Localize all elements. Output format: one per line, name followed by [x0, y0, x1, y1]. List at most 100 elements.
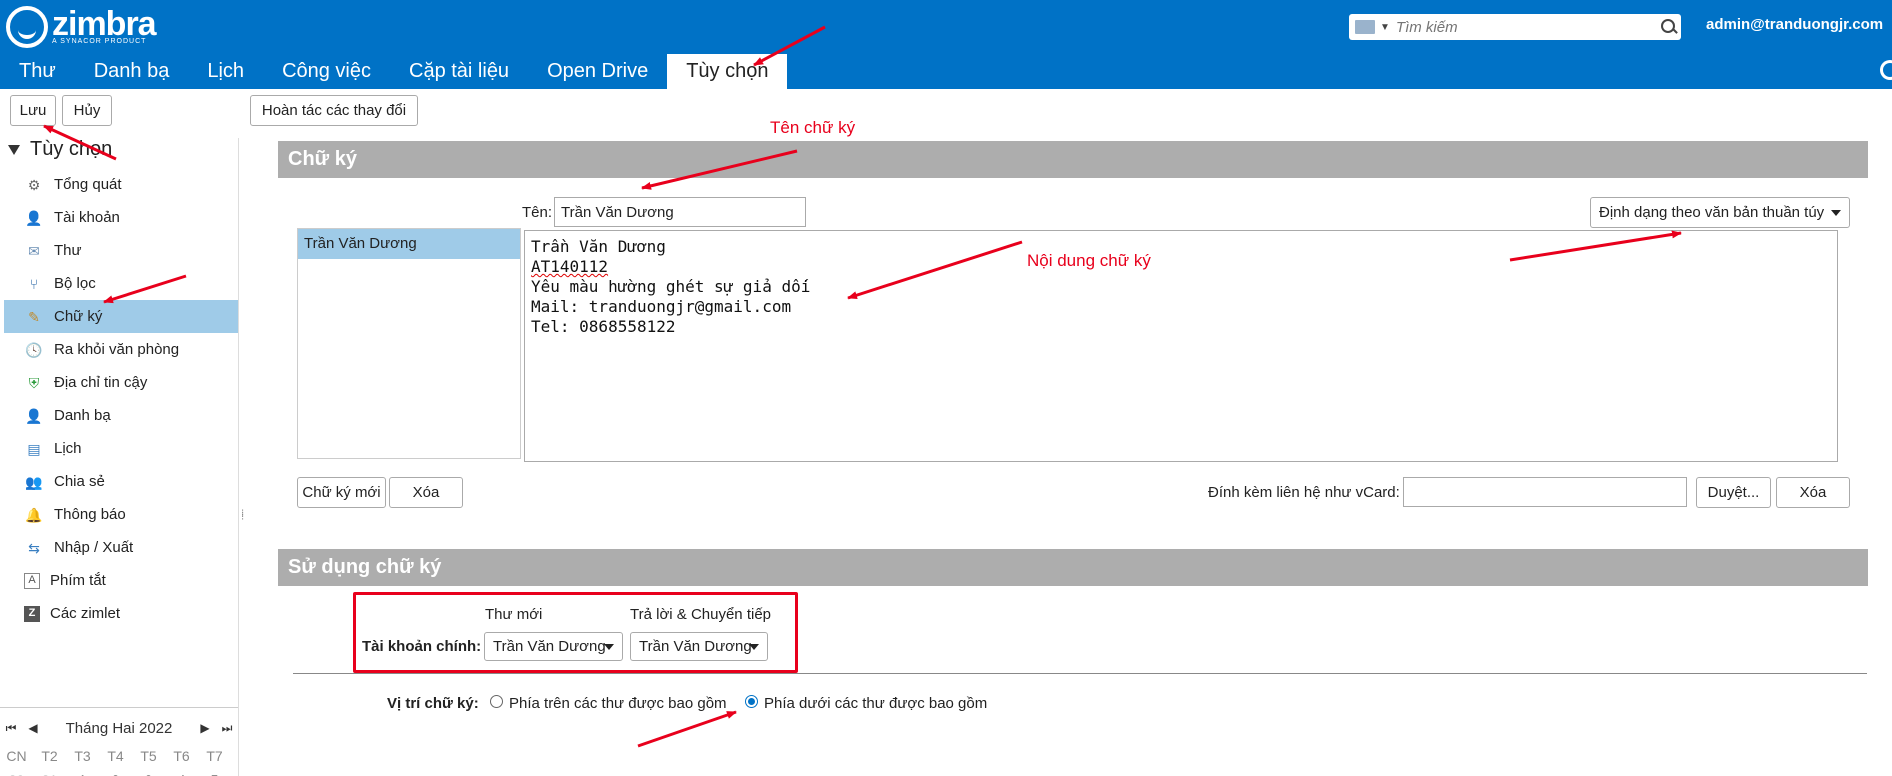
nav-item-label: Bộ lọc: [54, 275, 96, 292]
nav-item-mail[interactable]: ✉ Thư: [4, 234, 238, 267]
collapse-icon[interactable]: [8, 144, 20, 155]
signature-format-select[interactable]: Định dạng theo văn bản thuần túy: [1590, 197, 1850, 228]
bell-icon: 🔔: [25, 506, 43, 523]
gear-icon: ⚙: [27, 176, 41, 193]
browse-button[interactable]: Duyệt...: [1696, 477, 1771, 508]
vcard-delete-button[interactable]: Xóa: [1776, 477, 1850, 508]
calendar-day[interactable]: 3: [132, 772, 165, 776]
out-of-office-icon: 🕓: [25, 341, 43, 358]
tab-open-drive[interactable]: Open Drive: [528, 54, 667, 89]
nav-item-shortcuts[interactable]: A Phím tắt: [4, 564, 238, 597]
preferences-tree-header[interactable]: Tùy chọn: [8, 138, 112, 161]
save-button[interactable]: Lưu: [10, 95, 56, 126]
calendar-month-title: Tháng Hai 2022: [65, 719, 173, 737]
mini-calendar: ⏮ ◀ Tháng Hai 2022 ▶ ⏭ CN T2 T3 T4 T5 T6…: [0, 707, 238, 776]
cancel-button[interactable]: Hủy: [62, 95, 112, 126]
nav-item-label: Thông báo: [54, 506, 126, 523]
pane-splitter[interactable]: [238, 138, 244, 776]
calendar-header: ⏮ ◀ Tháng Hai 2022 ▶ ⏭: [0, 708, 238, 748]
nav-item-label: Chia sẻ: [54, 473, 105, 490]
next-month-icon[interactable]: ▶: [194, 721, 216, 735]
weekday-label: T2: [41, 748, 58, 764]
tab-tasks[interactable]: Công việc: [263, 54, 390, 89]
zimlet-icon: Z: [24, 605, 40, 622]
contacts-icon: 👤: [25, 407, 43, 424]
nav-item-notifications[interactable]: 🔔 Thông báo: [4, 498, 238, 531]
nav-item-trusted-addresses[interactable]: ⛨ Địa chỉ tin cậy: [4, 366, 238, 399]
app-tabs: Thư Danh bạ Lịch Công việc Cặp tài liệu …: [0, 54, 788, 89]
preferences-nav: ⚙ Tổng quát 👤 Tài khoản ✉ Thư ⑂ Bộ lọc ✎…: [4, 168, 238, 630]
calendar-day[interactable]: 2: [99, 772, 132, 776]
vcard-contact-field[interactable]: [1403, 477, 1687, 507]
mail-icon: ✉: [28, 242, 40, 259]
signature-position-label: Vị trí chữ ký:: [387, 695, 479, 712]
undo-changes-button[interactable]: Hoàn tác các thay đổi: [250, 95, 418, 126]
nav-item-filters[interactable]: ⑂ Bộ lọc: [4, 267, 238, 300]
calendar-day[interactable]: 31: [33, 772, 66, 776]
share-icon: 👥: [25, 473, 43, 490]
calendar-day[interactable]: 30: [0, 772, 33, 776]
annotation-signature-content: Nội dung chữ ký: [1027, 251, 1151, 270]
search-icon[interactable]: [1657, 15, 1681, 39]
position-above-label[interactable]: Phía trên các thư được bao gồm: [509, 695, 727, 712]
tab-mail[interactable]: Thư: [0, 54, 75, 89]
nav-item-label: Địa chỉ tin cậy: [54, 374, 148, 391]
nav-item-out-of-office[interactable]: 🕓 Ra khỏi văn phòng: [4, 333, 238, 366]
nav-item-import-export[interactable]: ⇆ Nhập / Xuất: [4, 531, 238, 564]
weekday-label: T4: [107, 748, 124, 764]
preferences-tree-title: Tùy chọn: [30, 138, 113, 160]
calendar-day[interactable]: 4: [165, 772, 198, 776]
nav-item-label: Phím tắt: [50, 572, 106, 589]
signature-list: Trần Văn Dương: [297, 228, 521, 459]
tab-preferences[interactable]: Tùy chọn: [667, 54, 788, 89]
nav-item-label: Danh bạ: [54, 407, 111, 424]
search-input[interactable]: [1389, 18, 1657, 36]
calendar-weekdays: CN T2 T3 T4 T5 T6 T7: [0, 748, 238, 764]
signature-line: Mail: tranduongjr@gmail.com: [531, 297, 792, 316]
signature-line: Trần Văn Dương: [531, 237, 666, 256]
position-above-radio[interactable]: [490, 695, 503, 708]
signature-usage-section-header: Sử dụng chữ ký: [278, 549, 1868, 586]
position-below-radio[interactable]: [745, 695, 758, 708]
tab-briefcase[interactable]: Cặp tài liệu: [390, 54, 528, 89]
tab-calendar[interactable]: Lịch: [188, 54, 263, 89]
signature-name-input[interactable]: [554, 197, 806, 227]
mail-type-icon[interactable]: [1355, 20, 1375, 34]
nav-item-signatures[interactable]: ✎ Chữ ký: [4, 300, 238, 333]
splitter-grip-icon[interactable]: ⁝ ⁝: [241, 509, 244, 523]
search-box: ▼: [1349, 14, 1681, 40]
nav-item-accounts[interactable]: 👤 Tài khoản: [4, 201, 238, 234]
nav-item-label: Chữ ký: [54, 308, 103, 325]
tab-contacts[interactable]: Danh bạ: [75, 54, 189, 89]
calendar-day[interactable]: 1: [66, 772, 99, 776]
nav-item-contacts[interactable]: 👤 Danh bạ: [4, 399, 238, 432]
refresh-icon[interactable]: [1880, 60, 1892, 80]
arrow-to-below-radio: [637, 710, 737, 748]
calendar-week-row: 30 31 1 2 3 4 5: [0, 772, 238, 776]
prev-month-icon[interactable]: ◀: [22, 721, 44, 735]
nav-item-calendar[interactable]: ▤ Lịch: [4, 432, 238, 465]
nav-item-label: Các zimlet: [50, 605, 121, 622]
calendar-day[interactable]: 5: [198, 772, 231, 776]
signature-list-item[interactable]: Trần Văn Dương: [298, 229, 520, 259]
signature-content-editor[interactable]: Trần Văn Dương AT140112 Yêu màu hường gh…: [524, 230, 1838, 462]
nav-item-label: Ra khỏi văn phòng: [54, 341, 180, 358]
position-below-label[interactable]: Phía dưới các thư được bao gồm: [764, 695, 987, 712]
new-signature-button[interactable]: Chữ ký mới: [297, 477, 386, 508]
prev-year-icon[interactable]: ⏮: [0, 721, 22, 736]
weekday-label: T3: [74, 748, 91, 764]
nav-item-sharing[interactable]: 👥 Chia sẻ: [4, 465, 238, 498]
user-account-menu[interactable]: admin@tranduongjr.com: [1706, 16, 1883, 33]
signatures-section-header: Chữ ký: [278, 141, 1868, 178]
zimbra-logo[interactable]: zimbra A SYNACOR PRODUCT: [6, 6, 157, 48]
delete-signature-button[interactable]: Xóa: [389, 477, 463, 508]
nav-item-label: Tổng quát: [54, 176, 122, 193]
weekday-label: CN: [6, 748, 27, 764]
nav-item-zimlets[interactable]: Z Các zimlet: [4, 597, 238, 630]
signature-name-label: Tên:: [522, 204, 553, 221]
search-type-dropdown-icon[interactable]: ▼: [1380, 22, 1390, 33]
filter-icon: ⑂: [29, 275, 39, 292]
nav-item-general[interactable]: ⚙ Tổng quát: [4, 168, 238, 201]
highlight-box: [353, 592, 798, 673]
next-year-icon[interactable]: ⏭: [216, 721, 238, 736]
